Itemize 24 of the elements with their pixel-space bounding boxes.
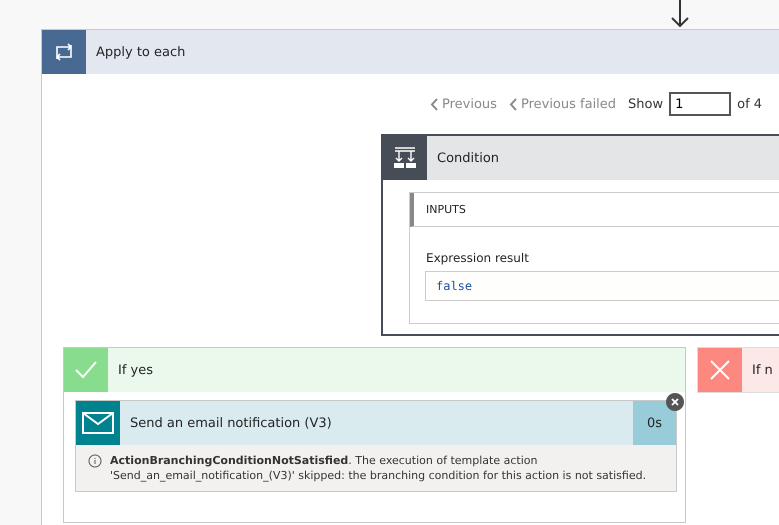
action-title: Send an email notification (V3) [130, 416, 332, 430]
close-button[interactable] [666, 393, 684, 411]
field-label: Expression result [426, 251, 530, 265]
condition-title: Condition [437, 150, 500, 166]
down-arrow-icon [670, 0, 690, 28]
duration-label: 0s [633, 401, 676, 445]
chevron-left-icon [430, 98, 439, 110]
previous-button[interactable]: Previous [430, 96, 497, 112]
inputs-heading: INPUTS [410, 193, 779, 227]
close-icon [710, 360, 730, 380]
iteration-input[interactable]: 1 [669, 92, 732, 116]
loop-title: Apply to each [96, 44, 186, 60]
branch-title: If n [752, 362, 773, 378]
branch-title: If yes [118, 362, 154, 378]
previous-failed-button[interactable]: Previous failed [508, 96, 616, 112]
close-icon [671, 398, 679, 406]
show-label: Show [628, 96, 664, 112]
expression-value: false [425, 271, 779, 301]
info-icon [88, 454, 102, 468]
checkmark-icon [75, 361, 97, 379]
chevron-left-icon [508, 98, 518, 110]
status-message: ActionBranchingConditionNotSatisfied. The execution of template action 'Send_an_email_notification_(V3)' skipped: the branching condition for this action is not satisfied. [110, 453, 648, 483]
iteration-total: of 4 [737, 96, 762, 112]
envelope-icon [82, 412, 114, 434]
